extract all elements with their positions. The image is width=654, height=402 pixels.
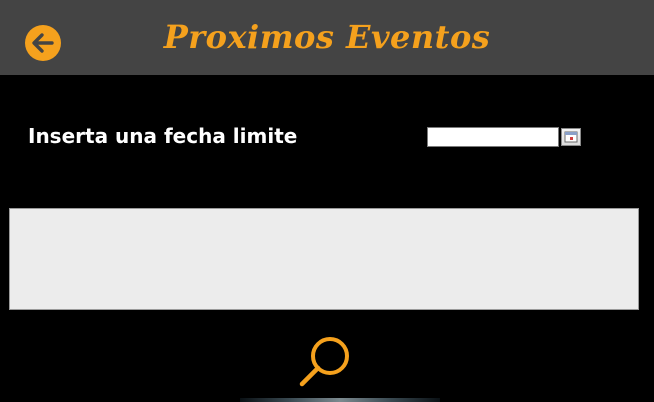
header-bar: Proximos Eventos [0,0,654,75]
calendar-button[interactable] [561,128,581,146]
date-limit-label: Inserta una fecha limite [28,124,298,148]
date-picker[interactable] [427,127,582,147]
page-title: Proximos Eventos [163,18,491,56]
background-strip [240,398,440,402]
search-button[interactable] [296,332,356,392]
events-results-list[interactable] [9,208,639,310]
date-limit-input[interactable] [427,127,559,147]
search-icon [299,337,349,387]
calendar-icon [564,131,578,143]
